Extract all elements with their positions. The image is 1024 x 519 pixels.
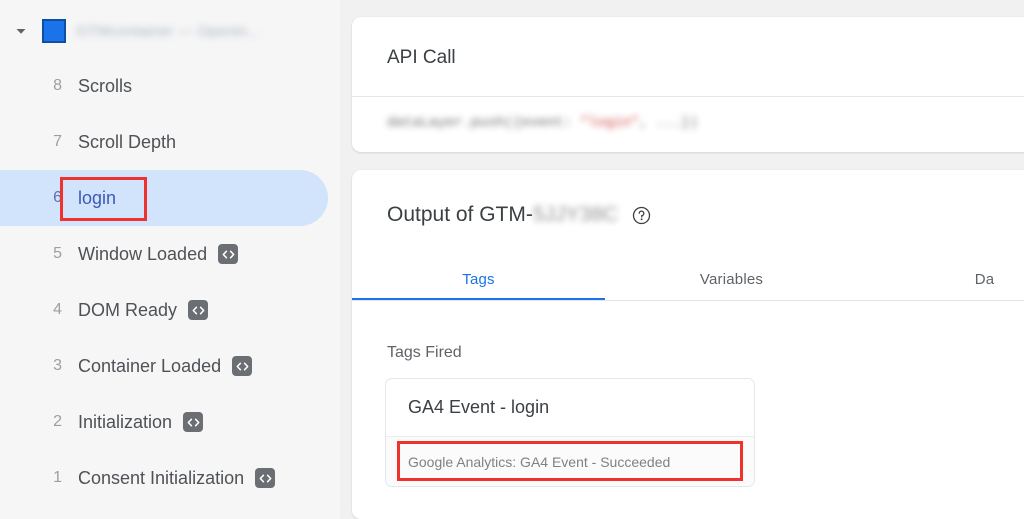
- event-row[interactable]: 2 Initialization: [0, 394, 340, 450]
- api-call-card: API Call dataLayer.push({event: "login",…: [352, 17, 1024, 152]
- event-row[interactable]: 5 Window Loaded: [0, 226, 340, 282]
- api-card-divider: [352, 96, 1024, 97]
- event-number: 7: [53, 133, 62, 150]
- tag-card[interactable]: GA4 Event - login Google Analytics: GA4 …: [385, 378, 755, 487]
- event-label: DOM Ready: [78, 299, 178, 320]
- tag-card-name: GA4 Event - login: [408, 397, 550, 417]
- event-label: Container Loaded: [78, 355, 222, 376]
- event-sidebar: GTMcontainer — Openin... 8 Scrolls 7 Scr…: [0, 0, 340, 519]
- tab-data-layer[interactable]: Da: [858, 257, 1024, 301]
- event-number: 4: [53, 301, 62, 318]
- output-of-gtm-card: Output of GTM-5JJY38C Tags Variables Da …: [352, 170, 1024, 519]
- event-label: Window Loaded: [78, 243, 208, 264]
- output-title-row: Output of GTM-5JJY38C: [387, 203, 651, 227]
- api-call-code: dataLayer.push({event: "login", ...}): [387, 115, 698, 131]
- api-code-suffix: , ...}): [639, 115, 698, 131]
- event-row[interactable]: 4 DOM Ready: [0, 282, 340, 338]
- event-list: 8 Scrolls 7 Scroll Depth 6 login 5 Windo…: [0, 58, 340, 506]
- tag-card-status-wrap: Google Analytics: GA4 Event - Succeeded: [386, 436, 754, 486]
- event-label: Consent Initialization: [78, 467, 245, 488]
- event-number: 5: [53, 245, 62, 262]
- main-panel: API Call dataLayer.push({event: "login",…: [340, 0, 1024, 519]
- output-title-prefix: Output of GTM-: [387, 203, 533, 226]
- container-color-swatch: [42, 19, 66, 43]
- event-row[interactable]: 3 Container Loaded: [0, 338, 340, 394]
- tabs-underline: [352, 300, 1024, 301]
- tab-tags[interactable]: Tags: [352, 257, 605, 301]
- event-number: 3: [53, 357, 62, 374]
- event-row[interactable]: 8 Scrolls: [0, 58, 340, 114]
- event-label: Initialization: [78, 411, 173, 432]
- container-header[interactable]: GTMcontainer — Openin...: [0, 14, 340, 48]
- event-number: 2: [53, 413, 62, 430]
- tag-card-status: Google Analytics: GA4 Event - Succeeded: [408, 454, 671, 470]
- event-number: 1: [53, 469, 62, 486]
- code-icon: [232, 356, 253, 376]
- event-label: Scrolls: [78, 75, 133, 96]
- api-call-title: API Call: [387, 47, 456, 68]
- event-row[interactable]: 1 Consent Initialization: [0, 450, 340, 506]
- chevron-down-icon[interactable]: [10, 20, 32, 42]
- api-code-string: "login": [580, 115, 640, 131]
- container-id-label: 5JJY38C: [532, 203, 619, 226]
- container-name-label: GTMcontainer — Openin...: [76, 22, 261, 40]
- help-circle-icon[interactable]: [632, 206, 651, 225]
- event-row-selected-login[interactable]: 6 login: [0, 170, 328, 226]
- event-number: 6: [53, 189, 62, 206]
- event-row[interactable]: 7 Scroll Depth: [0, 114, 340, 170]
- code-icon: [188, 300, 209, 320]
- api-code-prefix: dataLayer.push({event:: [387, 115, 581, 131]
- output-title: Output of GTM-5JJY38C: [387, 203, 618, 227]
- output-tabs: Tags Variables Da: [352, 257, 1024, 301]
- code-icon: [255, 468, 276, 488]
- event-label: Scroll Depth: [78, 131, 177, 152]
- code-icon: [183, 412, 204, 432]
- tab-variables[interactable]: Variables: [605, 257, 858, 301]
- event-label: login: [78, 187, 117, 208]
- event-number: 8: [53, 77, 62, 94]
- gtm-preview-window: GTMcontainer — Openin... 8 Scrolls 7 Scr…: [0, 0, 1024, 519]
- code-icon: [218, 244, 239, 264]
- tags-fired-label: Tags Fired: [387, 344, 462, 361]
